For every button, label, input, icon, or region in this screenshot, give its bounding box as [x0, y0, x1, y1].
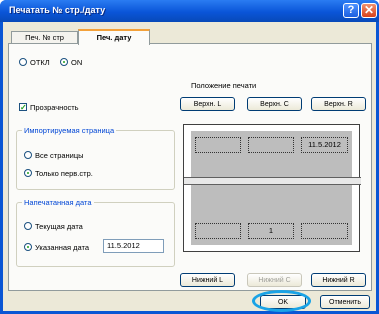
transparency-checkbox[interactable]: ✓	[19, 103, 27, 112]
dialog-body: Печ. № стр Печ. дату ОТКЛ ON Положение п…	[3, 22, 376, 312]
all-pages-radio[interactable]	[24, 151, 32, 159]
help-icon: ?	[347, 4, 355, 16]
off-radio[interactable]	[19, 58, 27, 66]
imported-page-title: Импортируемая страница	[22, 126, 117, 135]
preview-slot-top-left	[195, 137, 241, 153]
top-left-button[interactable]: Верхн. L	[180, 97, 235, 111]
preview-page-break	[184, 177, 361, 185]
all-pages-label: Все страницы	[35, 151, 84, 160]
bottom-right-button[interactable]: Нижний R	[311, 273, 366, 287]
dialog-window: Печатать № стр./дату ? ✕ Печ. № стр Печ.…	[0, 0, 379, 314]
bottom-left-button[interactable]: Нижний L	[180, 273, 235, 287]
printed-date-group: Напечатанная дата Текущая дата Указанная…	[16, 198, 175, 267]
off-label: ОТКЛ	[30, 58, 50, 67]
bottom-center-button[interactable]: Нижний С	[247, 273, 302, 287]
first-page-only-radio[interactable]	[24, 169, 32, 177]
title-bar: Печатать № стр./дату ? ✕	[0, 0, 379, 22]
current-date-label: Текущая дата	[35, 222, 83, 231]
specified-date-radio[interactable]	[24, 243, 32, 251]
preview-slot-bottom-center: 1	[248, 223, 294, 239]
transparency-label: Прозрачность	[30, 103, 79, 112]
printed-date-title: Напечатанная дата	[22, 198, 94, 207]
close-button[interactable]: ✕	[361, 3, 377, 18]
print-position-preview: 11.5.2012 1	[183, 124, 361, 252]
on-radio[interactable]	[60, 58, 68, 66]
preview-slot-bottom-left	[195, 223, 241, 239]
first-page-only-label: Только перв.стр.	[35, 169, 93, 178]
preview-slot-top-right: 11.5.2012	[301, 137, 348, 153]
tab-panel: ОТКЛ ON Положение печати ✓ Прозрачность …	[8, 43, 372, 291]
preview-slot-top-center	[248, 137, 294, 153]
preview-slot-bottom-right	[301, 223, 348, 239]
current-date-radio[interactable]	[24, 222, 32, 230]
help-button[interactable]: ?	[343, 3, 359, 18]
top-center-button[interactable]: Верхн. С	[247, 97, 302, 111]
top-right-button[interactable]: Верхн. R	[311, 97, 366, 111]
close-icon: ✕	[363, 3, 375, 17]
on-label: ON	[71, 58, 83, 67]
cancel-button[interactable]: Отменить	[320, 295, 370, 309]
preview-page: 11.5.2012 1	[191, 131, 352, 245]
print-position-label: Положение печати	[191, 81, 257, 90]
window-title: Печатать № стр./дату	[9, 5, 106, 15]
tab-print-date[interactable]: Печ. дату	[78, 29, 150, 45]
imported-page-group: Импортируемая страница Все страницы Толь…	[16, 126, 175, 190]
ok-highlight-ring	[252, 290, 311, 312]
date-input[interactable]: 11.5.2012	[103, 239, 164, 253]
specified-date-label: Указанная дата	[35, 243, 90, 252]
